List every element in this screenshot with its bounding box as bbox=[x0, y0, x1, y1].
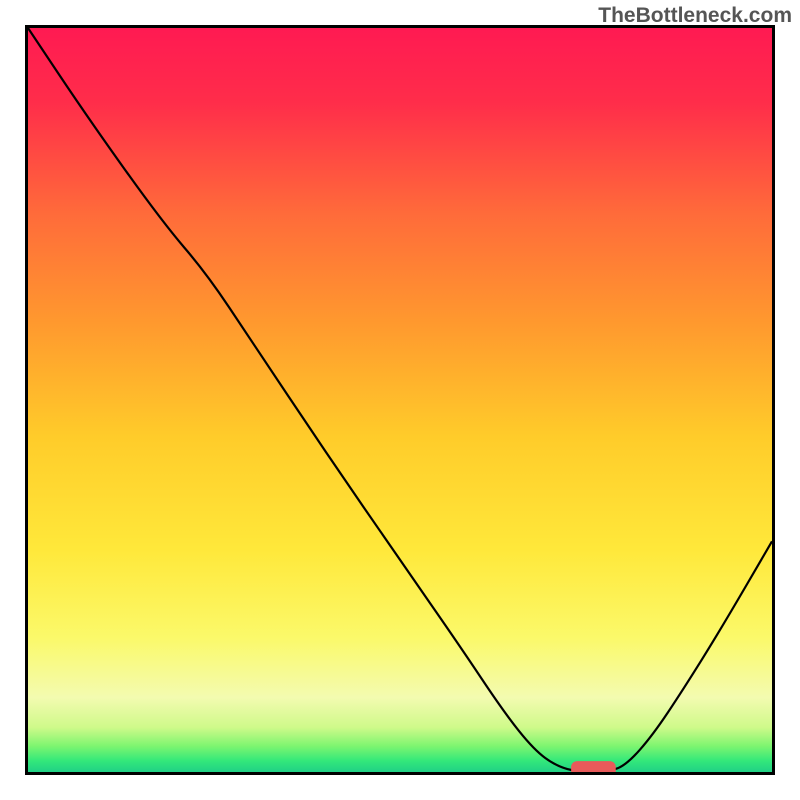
optimum-marker bbox=[571, 761, 616, 772]
chart-svg bbox=[28, 28, 772, 772]
chart-plot-area bbox=[28, 28, 772, 772]
chart-frame bbox=[25, 25, 775, 775]
watermark-text: TheBottleneck.com bbox=[598, 4, 792, 28]
chart-background bbox=[28, 28, 772, 772]
